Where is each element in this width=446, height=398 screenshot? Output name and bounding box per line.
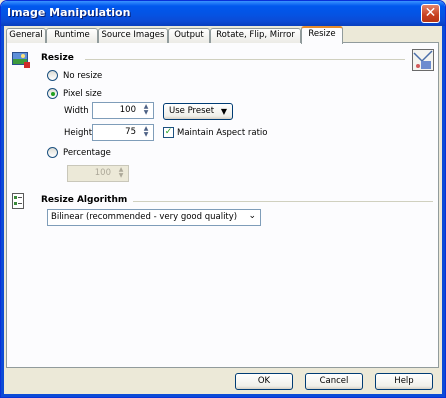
pixel-size-radio[interactable] <box>47 88 58 99</box>
percentage-label: Percentage <box>63 147 111 158</box>
resize-algorithm-section-title: Resize Algorithm <box>41 195 128 205</box>
ok-button-label: OK <box>257 376 271 386</box>
tab-output-label: Output <box>174 30 204 40</box>
window-frame-left <box>1 26 4 397</box>
resize-section-divider <box>85 59 405 60</box>
width-stepper[interactable]: 100 ▲ ▼ <box>92 102 154 119</box>
image-manipulation-window: Image Manipulation ✕ Resize No resize Pi… <box>0 0 446 398</box>
width-label: Width <box>64 106 89 116</box>
cancel-button[interactable]: Cancel <box>305 373 363 390</box>
height-spin-arrows-icon[interactable]: ▲ ▼ <box>140 126 152 139</box>
tab-source-images-label: Source Images <box>101 30 165 40</box>
width-spin-arrows-icon[interactable]: ▲ ▼ <box>140 104 152 117</box>
resize-algorithm-value: Bilinear (recommended - very good qualit… <box>51 212 238 222</box>
tab-general-label: General <box>9 30 43 40</box>
no-resize-option[interactable]: No resize <box>47 70 102 81</box>
tab-runtime-label: Runtime <box>54 30 90 40</box>
tab-runtime[interactable]: Runtime <box>46 28 98 43</box>
maintain-aspect-option[interactable]: ✓ Maintain Aspect ratio <box>163 127 267 138</box>
tab-output[interactable]: Output <box>168 28 210 43</box>
tab-general[interactable]: General <box>6 28 46 43</box>
list-checklist-icon <box>12 193 24 212</box>
window-frame-right <box>442 26 445 397</box>
percentage-spin-arrows-icon[interactable]: ▲ ▼ <box>115 167 127 180</box>
close-icon: ✕ <box>424 5 437 21</box>
help-button[interactable]: Help <box>375 373 433 390</box>
resize-section-title: Resize <box>41 53 74 63</box>
title-bar[interactable]: Image Manipulation ✕ <box>1 1 445 26</box>
chevron-down-icon: ⌄ <box>248 211 256 221</box>
pixel-size-option[interactable]: Pixel size <box>47 88 102 99</box>
pixel-size-label: Pixel size <box>63 88 102 99</box>
tab-resize[interactable]: Resize <box>301 26 343 44</box>
percentage-value: 100 <box>94 168 111 178</box>
percentage-radio[interactable] <box>47 147 58 158</box>
height-value: 75 <box>125 127 136 137</box>
image-resize-icon <box>12 52 30 71</box>
percentage-stepper[interactable]: 100 ▲ ▼ <box>67 165 129 182</box>
use-preset-label: Use Preset <box>169 106 215 116</box>
window-title: Image Manipulation <box>7 6 131 19</box>
height-label: Height <box>64 128 93 138</box>
resize-algorithm-select[interactable]: Bilinear (recommended - very good qualit… <box>47 209 261 226</box>
tab-source-images[interactable]: Source Images <box>98 28 168 43</box>
percentage-option[interactable]: Percentage <box>47 147 111 158</box>
width-value: 100 <box>119 105 136 115</box>
image-preview-icon <box>412 49 434 74</box>
tab-rotate-flip-mirror[interactable]: Rotate, Flip, Mirror <box>210 28 301 43</box>
maintain-aspect-checkbox[interactable]: ✓ <box>163 127 174 138</box>
no-resize-label: No resize <box>63 70 103 81</box>
tab-panel-resize: Resize No resize Pixel size Width 100 ▲ ▼… <box>6 42 439 368</box>
algorithm-section-divider <box>133 201 433 202</box>
help-button-label: Help <box>394 376 414 386</box>
no-resize-radio[interactable] <box>47 70 58 81</box>
window-frame-bottom <box>1 394 445 397</box>
cancel-button-label: Cancel <box>319 376 349 386</box>
height-stepper[interactable]: 75 ▲ ▼ <box>92 124 154 141</box>
ok-button[interactable]: OK <box>235 373 293 390</box>
tab-resize-label: Resize <box>308 29 336 39</box>
dropdown-arrow-icon: ▼ <box>220 107 227 116</box>
use-preset-button[interactable]: Use Preset ▼ <box>163 103 233 120</box>
tab-rotate-flip-mirror-label: Rotate, Flip, Mirror <box>216 30 295 40</box>
close-button[interactable]: ✕ <box>421 4 440 23</box>
maintain-aspect-label: Maintain Aspect ratio <box>177 127 268 138</box>
